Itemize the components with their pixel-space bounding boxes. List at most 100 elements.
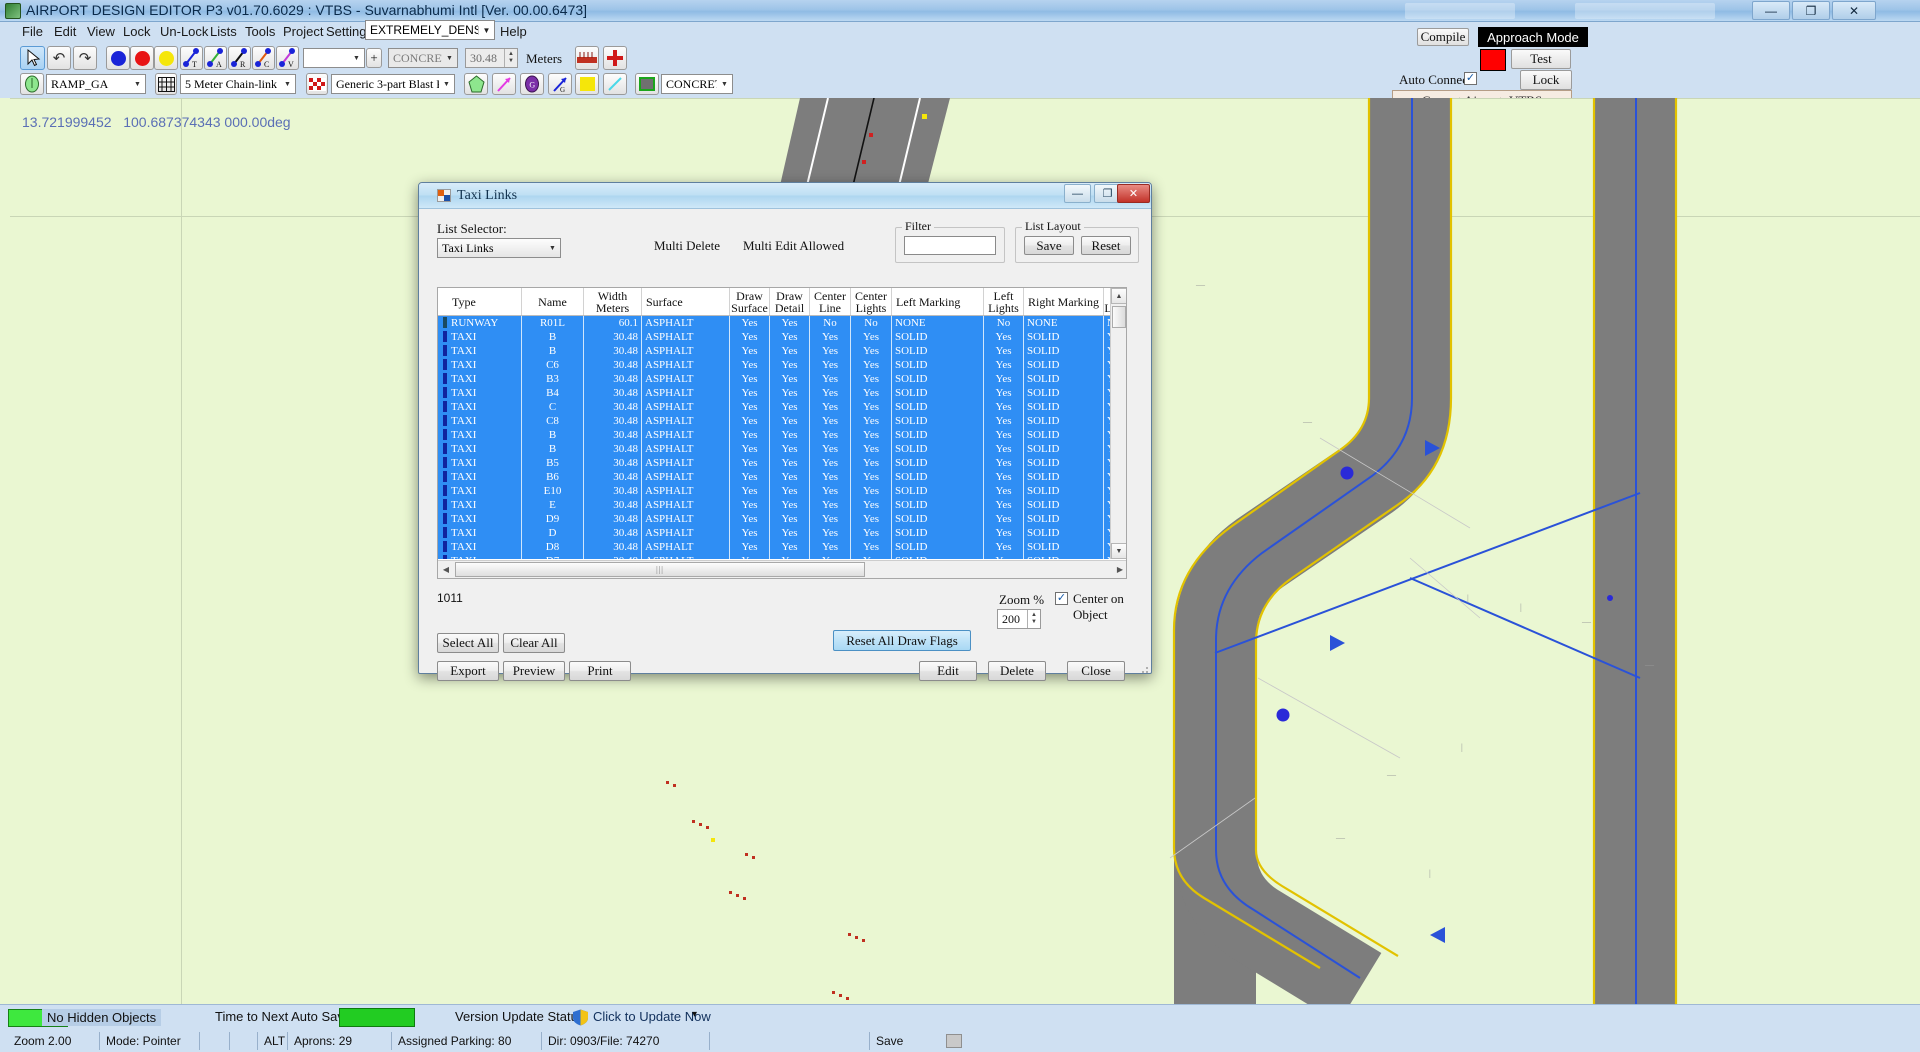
scroll-right-arrow-icon[interactable]: ▶ [1112,561,1126,578]
col-header-surface[interactable]: Surface [642,288,730,315]
add-cross-button[interactable] [603,46,627,70]
ruler-tool-button[interactable] [575,46,599,70]
apron-link-tool-button[interactable]: A [204,46,227,70]
approach-path-button[interactable] [492,73,516,95]
table-row[interactable]: TAXI C6 30.48 ASPHALT Yes Yes Yes Yes SOLID Yes SO… [438,358,1110,372]
select-region-button[interactable] [635,73,659,95]
col-header-type[interactable]: Type [448,288,522,315]
runway-link-tool-button[interactable]: R [228,46,251,70]
undo-button[interactable]: ↶ [47,46,71,70]
polygon-tool-button[interactable] [464,73,488,95]
vehicle-link-tool-button[interactable]: V [276,46,299,70]
concrete-combo[interactable]: CONCRETE ▼ [661,74,733,94]
col-header-name[interactable]: Name [522,288,584,315]
redo-button[interactable]: ↷ [73,46,97,70]
resize-grip-icon[interactable] [1137,662,1149,674]
center-on-object-checkbox[interactable]: ✓ [1055,592,1068,605]
edit-button[interactable]: Edit [919,661,977,681]
vertical-scroll-thumb[interactable] [1112,306,1126,328]
test-button[interactable]: Test [1511,49,1571,69]
grid-vertical-scrollbar[interactable]: ▲ ▼ [1110,288,1126,559]
row-select-marker[interactable] [443,331,447,342]
row-select-marker[interactable] [443,401,447,412]
save-layout-button[interactable]: Save [1024,236,1074,255]
filter-input[interactable] [904,236,996,255]
col-header-draw-surface[interactable]: Draw Surface [730,288,770,315]
taxi-link-tool-button[interactable]: T [180,46,203,70]
os-close-button[interactable]: ✕ [1832,1,1876,20]
table-row[interactable]: RUNWAY R01L 60.1 ASPHALT Yes Yes No No NONE No NON… [438,316,1110,330]
ramp-type-combo[interactable]: RAMP_GA ▼ [46,74,146,94]
table-row[interactable]: TAXI B6 30.48 ASPHALT Yes Yes Yes Yes SOLID Yes SO… [438,470,1110,484]
dialog-close-button[interactable]: ✕ [1117,184,1150,203]
table-row[interactable]: TAXI B5 30.48 ASPHALT Yes Yes Yes Yes SOLID Yes SO… [438,456,1110,470]
horizontal-scroll-thumb[interactable]: ||| [455,562,865,577]
scroll-down-arrow-icon[interactable]: ▼ [1111,543,1126,559]
menu-file[interactable]: File [20,24,45,40]
col-header-left-lights[interactable]: Left Lights [984,288,1024,315]
dialog-titlebar[interactable]: Taxi Links — ❐ ✕ [419,183,1151,209]
blue-node-button[interactable] [106,46,130,70]
yellow-area-button[interactable] [575,73,599,95]
table-row[interactable]: TAXI B 30.48 ASPHALT Yes Yes Yes Yes SOLID Yes SOL… [438,330,1110,344]
row-select-marker[interactable] [443,457,447,468]
print-button[interactable]: Print [569,661,631,681]
closed-link-tool-button[interactable]: C [252,46,275,70]
add-button[interactable]: + [366,48,382,68]
red-node-button[interactable] [130,46,154,70]
width-spinner[interactable]: 30.48 ▲ ▼ [465,48,518,68]
row-select-marker[interactable] [443,373,447,384]
scroll-up-arrow-icon[interactable]: ▲ [1111,288,1126,304]
col-header-width-meters[interactable]: Width Meters [584,288,642,315]
compile-button[interactable]: Compile [1417,28,1469,46]
col-header-left-marking[interactable]: Left Marking [892,288,984,315]
parking-tool-button[interactable] [20,73,44,95]
table-row[interactable]: TAXI C 30.48 ASPHALT Yes Yes Yes Yes SOLID Yes SOL… [438,400,1110,414]
row-select-marker[interactable] [443,443,447,454]
clear-all-button[interactable]: Clear All [503,633,565,653]
menu-tools[interactable]: Tools [243,24,277,40]
table-row[interactable]: TAXI E10 30.48 ASPHALT Yes Yes Yes Yes SOLID Yes S… [438,484,1110,498]
table-row[interactable]: TAXI B 30.48 ASPHALT Yes Yes Yes Yes SOLID Yes SOL… [438,442,1110,456]
row-select-marker[interactable] [443,415,447,426]
density-combo[interactable]: EXTREMELY_DENSE ▼ [365,20,495,40]
table-row[interactable]: TAXID730.48ASPHALTYesYesYesYesSOLIDYesSO… [438,554,1110,559]
row-select-marker[interactable] [443,317,447,328]
col-header-right-marking[interactable]: Right Marking [1024,288,1104,315]
table-row[interactable]: TAXI D 30.48 ASPHALT Yes Yes Yes Yes SOLID Yes SOL… [438,526,1110,540]
spinner-arrows-icon[interactable]: ▲ ▼ [504,49,517,67]
os-restore-button[interactable]: ❐ [1792,1,1830,20]
grid-rows-container[interactable]: RUNWAY R01L 60.1 ASPHALT Yes Yes No No NONE No NON… [438,316,1110,559]
table-row[interactable]: TAXI D8 30.48 ASPHALT Yes Yes Yes Yes SOLID Yes SO… [438,540,1110,554]
dialog-minimize-button[interactable]: — [1064,184,1091,203]
surface-combo[interactable]: CONCRETE ▼ [388,48,458,68]
taxi-links-grid[interactable]: Type Name Width Meters Surface Draw Surf… [437,287,1127,579]
table-row[interactable]: TAXI D9 30.48 ASPHALT Yes Yes Yes Yes SOLID Yes SO… [438,512,1110,526]
gate-path-button[interactable]: G [548,73,572,95]
export-button[interactable]: Export [437,661,499,681]
row-select-marker[interactable] [443,513,447,524]
zoom-spinner-arrows-icon[interactable]: ▲ ▼ [1027,610,1040,628]
update-dropdown-arrow-icon[interactable]: ▾ [692,1009,697,1020]
row-select-marker[interactable] [443,429,447,440]
table-row[interactable]: TAXI B3 30.48 ASPHALT Yes Yes Yes Yes SOLID Yes SO… [438,372,1110,386]
fence-type-combo[interactable]: 5 Meter Chain-link with b▸ ▼ [180,74,296,94]
row-select-marker[interactable] [443,345,447,356]
row-select-marker[interactable] [443,471,447,482]
table-row[interactable]: TAXI C8 30.48 ASPHALT Yes Yes Yes Yes SOLID Yes SO… [438,414,1110,428]
row-select-marker[interactable] [443,359,447,370]
blank-combo-1[interactable]: ▼ [303,48,365,68]
auto-connect-checkbox[interactable]: ✓ [1464,72,1477,85]
row-select-marker[interactable] [443,499,447,510]
delete-button[interactable]: Delete [988,661,1046,681]
reset-all-draw-flags-button[interactable]: Reset All Draw Flags [833,630,971,651]
table-row[interactable]: TAXI B4 30.48 ASPHALT Yes Yes Yes Yes SOLID Yes SO… [438,386,1110,400]
menu-lists[interactable]: Lists [208,24,239,40]
menu-project[interactable]: Project [281,24,325,40]
yellow-node-button[interactable] [154,46,178,70]
col-header-center-line[interactable]: Center Line [810,288,851,315]
line-tool-button[interactable] [603,73,627,95]
pointer-tool-button[interactable] [20,46,45,70]
select-all-button[interactable]: Select All [437,633,499,653]
table-row[interactable]: TAXI B 30.48 ASPHALT Yes Yes Yes Yes SOLID Yes SOL… [438,344,1110,358]
